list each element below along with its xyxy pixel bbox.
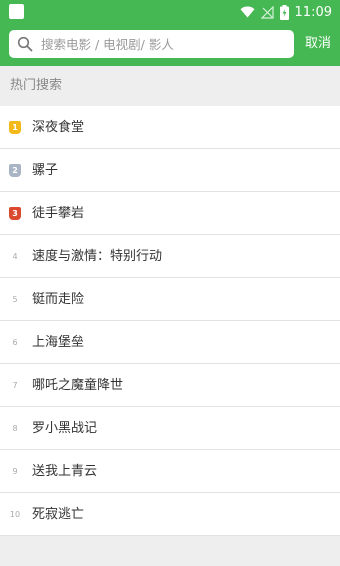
list-item[interactable]: 10 死寂逃亡 xyxy=(0,493,340,536)
list-item[interactable]: 2 骡子 xyxy=(0,149,340,192)
search-icon xyxy=(17,36,33,52)
list-item[interactable]: 4 速度与激情：特别行动 xyxy=(0,235,340,278)
search-box[interactable] xyxy=(9,30,294,58)
wifi-icon xyxy=(240,6,255,18)
no-signal-icon xyxy=(260,5,274,19)
app-header: 11:09 取消 xyxy=(0,0,340,66)
battery-charging-icon xyxy=(279,4,289,20)
list-item-title: 死寂逃亡 xyxy=(32,507,85,522)
hot-search-heading: 热门搜索 xyxy=(10,78,63,93)
list-item-title: 徒手攀岩 xyxy=(32,206,85,221)
search-row: 取消 xyxy=(0,28,340,60)
rank-number: 5 xyxy=(12,295,18,304)
status-icons: 11:09 xyxy=(240,3,332,21)
list-item-title: 上海堡垒 xyxy=(32,335,85,350)
list-item-title: 铤而走险 xyxy=(32,292,85,307)
rank-badge: 3 xyxy=(9,207,21,220)
rank-badge: 1 xyxy=(9,121,21,134)
rank-number: 7 xyxy=(12,381,18,390)
list-item[interactable]: 9 送我上青云 xyxy=(0,450,340,493)
list-item[interactable]: 3 徒手攀岩 xyxy=(0,192,340,235)
rank-number: 9 xyxy=(12,467,18,476)
list-item-title: 送我上青云 xyxy=(32,464,98,479)
rank-number: 6 xyxy=(12,338,18,347)
list-item[interactable]: 7 哪吒之魔童降世 xyxy=(0,364,340,407)
status-time: 11:09 xyxy=(294,4,332,20)
rank-number: 10 xyxy=(9,510,21,519)
list-item[interactable]: 8 罗小黑战记 xyxy=(0,407,340,450)
list-item-title: 深夜食堂 xyxy=(32,120,85,135)
list-item-title: 罗小黑战记 xyxy=(32,421,98,436)
list-item[interactable]: 6 上海堡垒 xyxy=(0,321,340,364)
status-bar: 11:09 xyxy=(0,0,340,24)
rank-number: 8 xyxy=(12,424,18,433)
list-item-title: 哪吒之魔童降世 xyxy=(32,378,124,393)
list-item-title: 骡子 xyxy=(32,163,59,178)
search-input[interactable] xyxy=(41,30,289,58)
list-item[interactable]: 5 铤而走险 xyxy=(0,278,340,321)
list-item[interactable]: 1 深夜食堂 xyxy=(0,106,340,149)
notification-app-icon xyxy=(9,4,24,19)
cancel-button[interactable]: 取消 xyxy=(300,32,336,56)
list-item-title: 速度与激情：特别行动 xyxy=(32,249,163,264)
hot-search-list: 1 深夜食堂 2 骡子 3 徒手攀岩 4 速度与激情：特别行动 5 铤而走险 6 上海堡垒 7 哪吒之魔童… xyxy=(0,106,340,536)
rank-badge: 2 xyxy=(9,164,21,177)
rank-number: 4 xyxy=(12,252,18,261)
